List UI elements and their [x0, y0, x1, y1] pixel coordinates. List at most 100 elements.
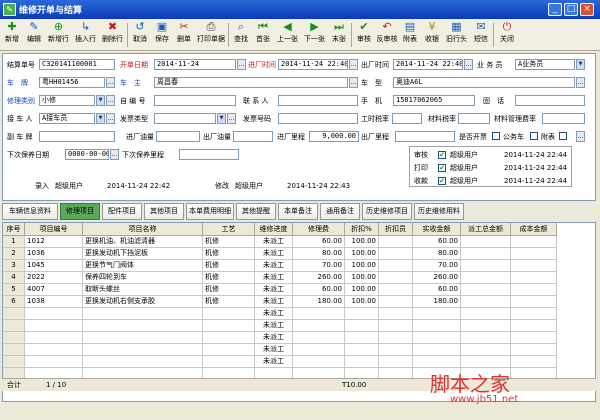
tab-1[interactable]: 修理项目 [60, 203, 100, 220]
grid-cell[interactable]: 4007 [25, 284, 83, 296]
grid-cell[interactable]: 1012 [25, 236, 83, 248]
receiver-dropdown-arrow[interactable]: ▼ [96, 113, 105, 124]
grid-cell[interactable]: 60.00 [413, 284, 461, 296]
toolbar-button-19[interactable]: ✉ 短信 [471, 20, 491, 50]
grid-cell[interactable] [413, 356, 461, 368]
grid-cell[interactable]: 未派工 [255, 236, 293, 248]
grid-cell[interactable] [511, 284, 557, 296]
model-lookup-button[interactable]: … [576, 77, 585, 88]
grid-cell[interactable] [413, 332, 461, 344]
grid-cell[interactable]: 180.00 [293, 296, 345, 308]
clerk-dropdown-arrow[interactable]: ▼ [576, 59, 585, 70]
repair-type-dropdown-arrow[interactable]: ▼ [96, 95, 105, 106]
grid-cell[interactable] [25, 344, 83, 356]
invoice-type-lookup-button[interactable]: … [227, 113, 236, 124]
toolbar-button-0[interactable]: ✚ 新增 [2, 20, 22, 50]
grid-cell[interactable]: 更换发动机下挡泥板 [83, 248, 203, 260]
invoice-flag-checkbox[interactable] [492, 132, 500, 140]
model-field[interactable]: 奥迪A6L [393, 77, 575, 88]
grid-cell[interactable]: 未派工 [255, 308, 293, 320]
self-no-field[interactable] [154, 95, 236, 106]
grid-cell[interactable] [379, 320, 413, 332]
grid-cell[interactable] [511, 344, 557, 356]
grid-cell[interactable]: 70.00 [293, 260, 345, 272]
toolbar-button-5[interactable]: ↺ 取消 [130, 20, 150, 50]
grid-cell[interactable]: 1045 [25, 260, 83, 272]
grid-cell[interactable]: 70.00 [413, 260, 461, 272]
grid-cell[interactable]: 80.00 [293, 248, 345, 260]
grid-cell[interactable] [379, 284, 413, 296]
toolbar-button-2[interactable]: ⊕ 新增行 [46, 20, 71, 50]
grid-cell[interactable] [203, 308, 255, 320]
grid-cell[interactable] [293, 308, 345, 320]
next-service-mileage-field[interactable] [179, 149, 239, 160]
grid-cell[interactable]: 机修 [203, 272, 255, 284]
grid-cell[interactable] [203, 332, 255, 344]
grid-cell[interactable] [293, 356, 345, 368]
receiver-lookup-button[interactable]: … [106, 113, 115, 124]
tab-9[interactable]: 历史维修用料 [414, 203, 464, 220]
grid-cell[interactable]: 取断头螺丝 [83, 284, 203, 296]
grid-cell[interactable] [345, 356, 379, 368]
tab-5[interactable]: 其他提醒 [236, 203, 276, 220]
grid-cell[interactable] [379, 236, 413, 248]
grid-cell[interactable] [511, 332, 557, 344]
grid-cell[interactable]: 更换发动机右侧支承胶 [83, 296, 203, 308]
grid-cell[interactable]: 60.00 [413, 236, 461, 248]
next-service-date-field[interactable]: 0000-00-00 [65, 149, 109, 160]
tab-8[interactable]: 历史维修项目 [362, 203, 412, 220]
grid-cell[interactable] [345, 320, 379, 332]
in-mileage-field[interactable]: 9,000.00 [309, 131, 359, 142]
grid-cell[interactable]: 未派工 [255, 272, 293, 284]
grid-cell[interactable] [83, 308, 203, 320]
tab-4[interactable]: 本单费用明细 [186, 203, 234, 220]
toolbar-button-3[interactable]: ↳ 插入行 [73, 20, 98, 50]
grid-cell[interactable]: 60.00 [293, 284, 345, 296]
grid-cell[interactable] [511, 248, 557, 260]
grid-cell[interactable] [293, 332, 345, 344]
grid-cell[interactable]: 未派工 [255, 260, 293, 272]
grid-cell[interactable] [511, 296, 557, 308]
toolbar-button-16[interactable]: ▤ 附表 [400, 20, 420, 50]
close-window-button[interactable]: × [580, 3, 594, 16]
settle-no-field[interactable]: C320141100001 [39, 59, 115, 70]
grid-cell[interactable] [511, 356, 557, 368]
out-time-field[interactable]: 2014-11-24 22:40 [393, 59, 463, 70]
grid-cell[interactable]: 更换机油、机油滤清器 [83, 236, 203, 248]
repair-type-select[interactable]: 小修 [39, 95, 95, 106]
in-fuel-field[interactable] [156, 131, 200, 142]
grid-cell[interactable]: 1036 [25, 248, 83, 260]
invoice-no-field[interactable] [278, 113, 358, 124]
grid-cell[interactable] [461, 272, 511, 284]
repair-type-lookup-button[interactable]: … [106, 95, 115, 106]
out-mileage-field[interactable] [395, 131, 455, 142]
grid-cell[interactable] [511, 320, 557, 332]
toolbar-button-13[interactable]: ⏭ 末张 [329, 20, 349, 50]
open-date-picker-button[interactable]: … [237, 59, 246, 70]
grid-cell[interactable]: 机修 [203, 284, 255, 296]
toolbar-button-12[interactable]: ▶ 下一张 [302, 20, 327, 50]
grid-cell[interactable] [413, 344, 461, 356]
grid-cell[interactable] [461, 284, 511, 296]
grid-cell[interactable]: 100.00 [345, 296, 379, 308]
grid-cell[interactable] [203, 356, 255, 368]
grid-cell[interactable] [83, 332, 203, 344]
tab-7[interactable]: 通用备注 [320, 203, 360, 220]
grid-cell[interactable] [461, 236, 511, 248]
grid-cell[interactable]: 180.00 [413, 296, 461, 308]
in-time-picker-button[interactable]: … [349, 59, 358, 70]
public-car-checkbox[interactable] [530, 132, 538, 140]
grid-cell[interactable]: 100.00 [345, 272, 379, 284]
grid-cell[interactable] [293, 344, 345, 356]
in-time-field[interactable]: 2014-11-24 22:40 [278, 59, 348, 70]
grid-cell[interactable]: 260.00 [293, 272, 345, 284]
maximize-button[interactable]: □ [564, 3, 578, 16]
audit-checkbox[interactable]: ✔ [438, 164, 446, 172]
toolbar-button-18[interactable]: ▦ 旧行头 [444, 20, 469, 50]
toolbar-button-15[interactable]: ↶ 反审核 [376, 20, 398, 50]
grid-cell[interactable] [379, 356, 413, 368]
grid-cell[interactable]: 未派工 [255, 344, 293, 356]
tab-0[interactable]: 车辆信息资料 [2, 203, 58, 220]
material-fee-field[interactable] [542, 113, 585, 124]
grid-cell[interactable] [83, 320, 203, 332]
